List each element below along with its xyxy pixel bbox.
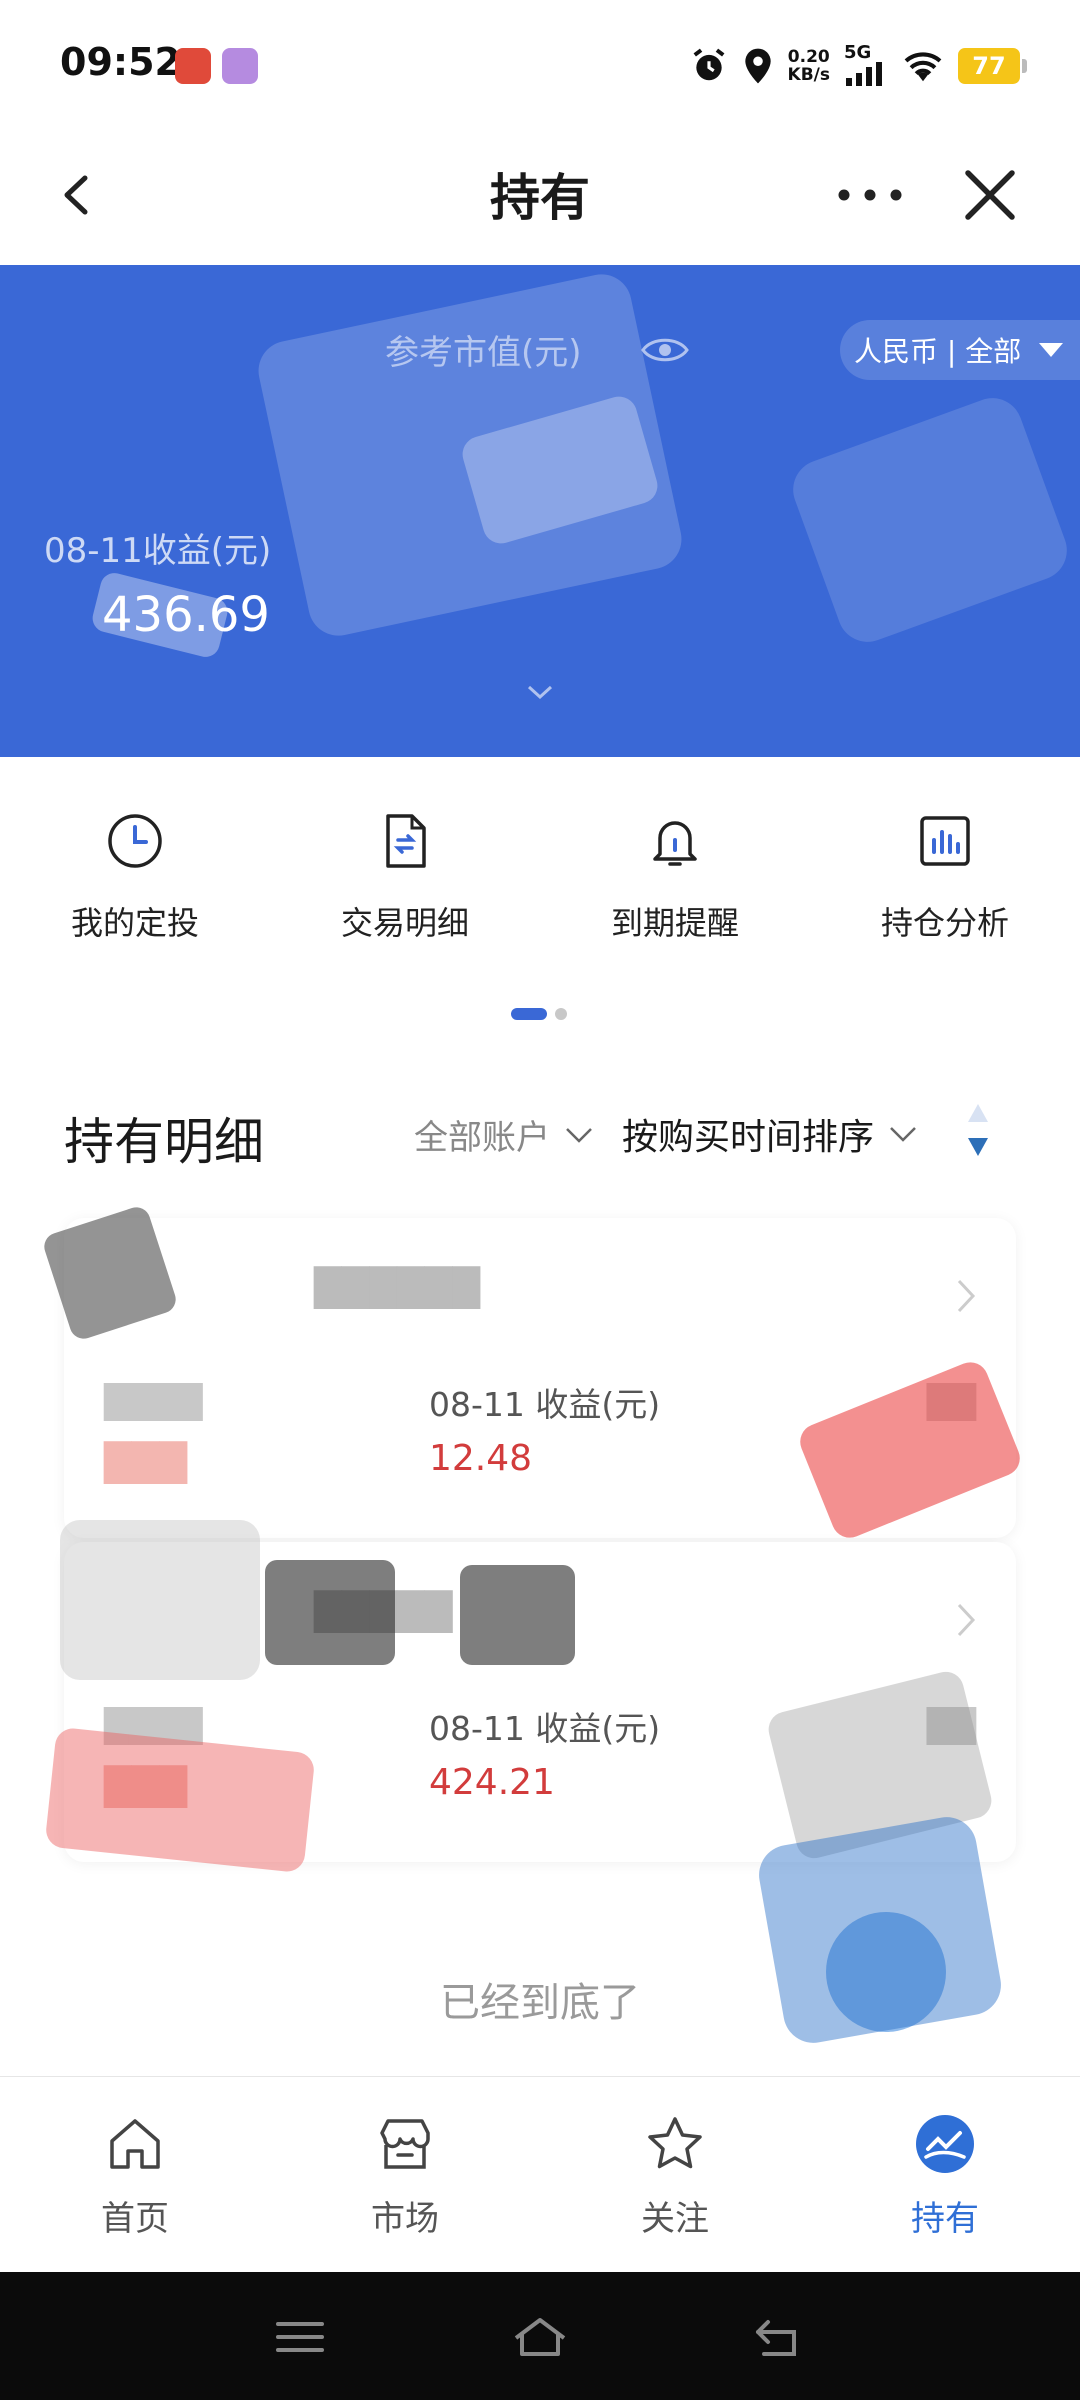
daily-income-label: 08-11 收益(元) [429, 1385, 661, 1424]
chevron-right-icon [957, 1279, 976, 1313]
sort-arrows-icon [968, 1104, 988, 1156]
bell-icon [653, 821, 697, 866]
daily-income-label: 08-11 收益(元) [429, 1709, 661, 1748]
more-button[interactable] [830, 160, 910, 230]
tab-label: 持有 [911, 2199, 979, 2239]
close-icon [965, 170, 1015, 220]
star-icon [648, 2117, 702, 2169]
action-my-plan[interactable]: 我的定投 [0, 810, 270, 990]
action-label: 交易明细 [340, 904, 469, 942]
alarm-icon [693, 48, 724, 81]
page-indicator [511, 1008, 567, 1020]
currency-filter[interactable]: 人民币 | 全部 [840, 320, 1080, 380]
sort-filter-label: 按购买时间排序 [622, 1117, 875, 1158]
tab-label: 市场 [371, 2199, 439, 2239]
home-icon [110, 2119, 160, 2169]
action-transactions[interactable]: 交易明细 [270, 810, 540, 990]
clock-icon [108, 814, 162, 868]
notification-app-icon [222, 48, 258, 84]
chevron-down-icon [566, 1127, 592, 1143]
total-income-label-redacted: ██ [926, 1383, 976, 1421]
holdings-icon [916, 2115, 974, 2173]
action-label: 到期提醒 [610, 904, 739, 942]
status-time: 09:52 [60, 40, 181, 84]
action-position-analysis[interactable]: 持仓分析 [810, 810, 1080, 990]
tab-home[interactable]: 首页 [0, 2077, 270, 2272]
triangle-down-icon [1039, 343, 1064, 357]
daily-income-label: 08-11收益(元) [44, 531, 272, 571]
holdings-title: 持有明细 [64, 1113, 264, 1171]
sort-order-toggle[interactable] [958, 1100, 998, 1160]
page-title: 持有 [490, 169, 590, 227]
action-label: 我的定投 [70, 904, 199, 942]
tab-holdings[interactable]: 持有 [810, 2077, 1080, 2272]
more-dots-icon [838, 189, 902, 201]
status-indicators: 0.20 KB/s 5G 77 [690, 42, 1027, 88]
holding-amount-label-redacted: ████ [104, 1383, 203, 1421]
wifi-icon [904, 52, 942, 82]
home-nav-icon[interactable] [510, 2312, 570, 2362]
location-icon [744, 48, 771, 84]
holding-card[interactable]: ██████ ████ ███ 08-11 收益(元) 12.48 ██ [64, 1218, 1016, 1538]
holding-amount-value-redacted: ███ [104, 1767, 188, 1808]
bottom-tab-bar: 首页 市场 关注 持有 [0, 2076, 1080, 2272]
visibility-toggle[interactable] [640, 333, 690, 367]
redaction-scribble [784, 389, 1076, 651]
notification-app-icon [175, 48, 211, 84]
total-income-label-redacted: ██ [926, 1707, 976, 1745]
network-speed: 0.20 KB/s [788, 48, 830, 84]
tab-market[interactable]: 市场 [270, 2077, 540, 2272]
daily-income-value: 424.21 [429, 1762, 555, 1803]
daily-income-value: 12.48 [429, 1438, 533, 1479]
chevron-down-icon[interactable] [526, 683, 554, 701]
network-type: 5G [844, 42, 872, 63]
battery-indicator: 77 [958, 48, 1027, 84]
fund-name-redacted: █████ [314, 1592, 453, 1633]
page-dot [555, 1008, 567, 1020]
account-filter[interactable]: 全部账户 [414, 1110, 594, 1159]
sort-filter[interactable]: 按购买时间排序 [622, 1108, 918, 1160]
quick-actions: 我的定投 交易明细 到期提醒 持仓分析 [0, 810, 1080, 990]
status-bar: 09:52 0.20 KB/s 5G 77 [0, 0, 1080, 130]
asset-summary-card: 参考市值(元) 人民币 | 全部 08-11收益(元) 436.69 [0, 265, 1080, 757]
chevron-right-icon [957, 1603, 976, 1637]
page-dot-active [511, 1008, 547, 1020]
holding-card[interactable]: █████ ████ ███ 08-11 收益(元) 424.21 ██ [64, 1542, 1016, 1862]
tab-label: 关注 [641, 2199, 709, 2239]
menu-icon[interactable] [270, 2312, 330, 2362]
cell-signal: 5G [844, 42, 888, 86]
back-nav-icon[interactable] [750, 2312, 810, 2362]
daily-income-value: 436.69 [102, 587, 270, 643]
system-nav-bar [0, 2272, 1080, 2400]
currency-filter-label: 人民币 | 全部 [854, 335, 1022, 368]
bar-chart-icon [920, 816, 970, 866]
tab-watchlist[interactable]: 关注 [540, 2077, 810, 2272]
holding-amount-value-redacted: ███ [104, 1443, 188, 1484]
fund-name-redacted: ██████ [314, 1268, 481, 1309]
eye-icon [641, 338, 689, 362]
tab-label: 首页 [101, 2199, 169, 2239]
network-speed-unit: KB/s [787, 65, 830, 85]
account-filter-label: 全部账户 [414, 1118, 550, 1158]
chevron-down-icon [890, 1127, 916, 1142]
transaction-doc-icon [386, 814, 426, 868]
market-icon [380, 2119, 430, 2169]
network-speed-value: 0.20 [787, 47, 830, 67]
close-button[interactable] [955, 160, 1025, 230]
action-due-reminder[interactable]: 到期提醒 [540, 810, 810, 990]
signal-icon [846, 62, 882, 86]
action-label: 持仓分析 [880, 904, 1009, 942]
end-of-list-note: 已经到底了 [440, 1980, 640, 2026]
market-value-label: 参考市值(元) [385, 333, 582, 373]
holding-amount-label-redacted: ████ [104, 1707, 203, 1745]
title-bar: 持有 [0, 130, 1080, 265]
